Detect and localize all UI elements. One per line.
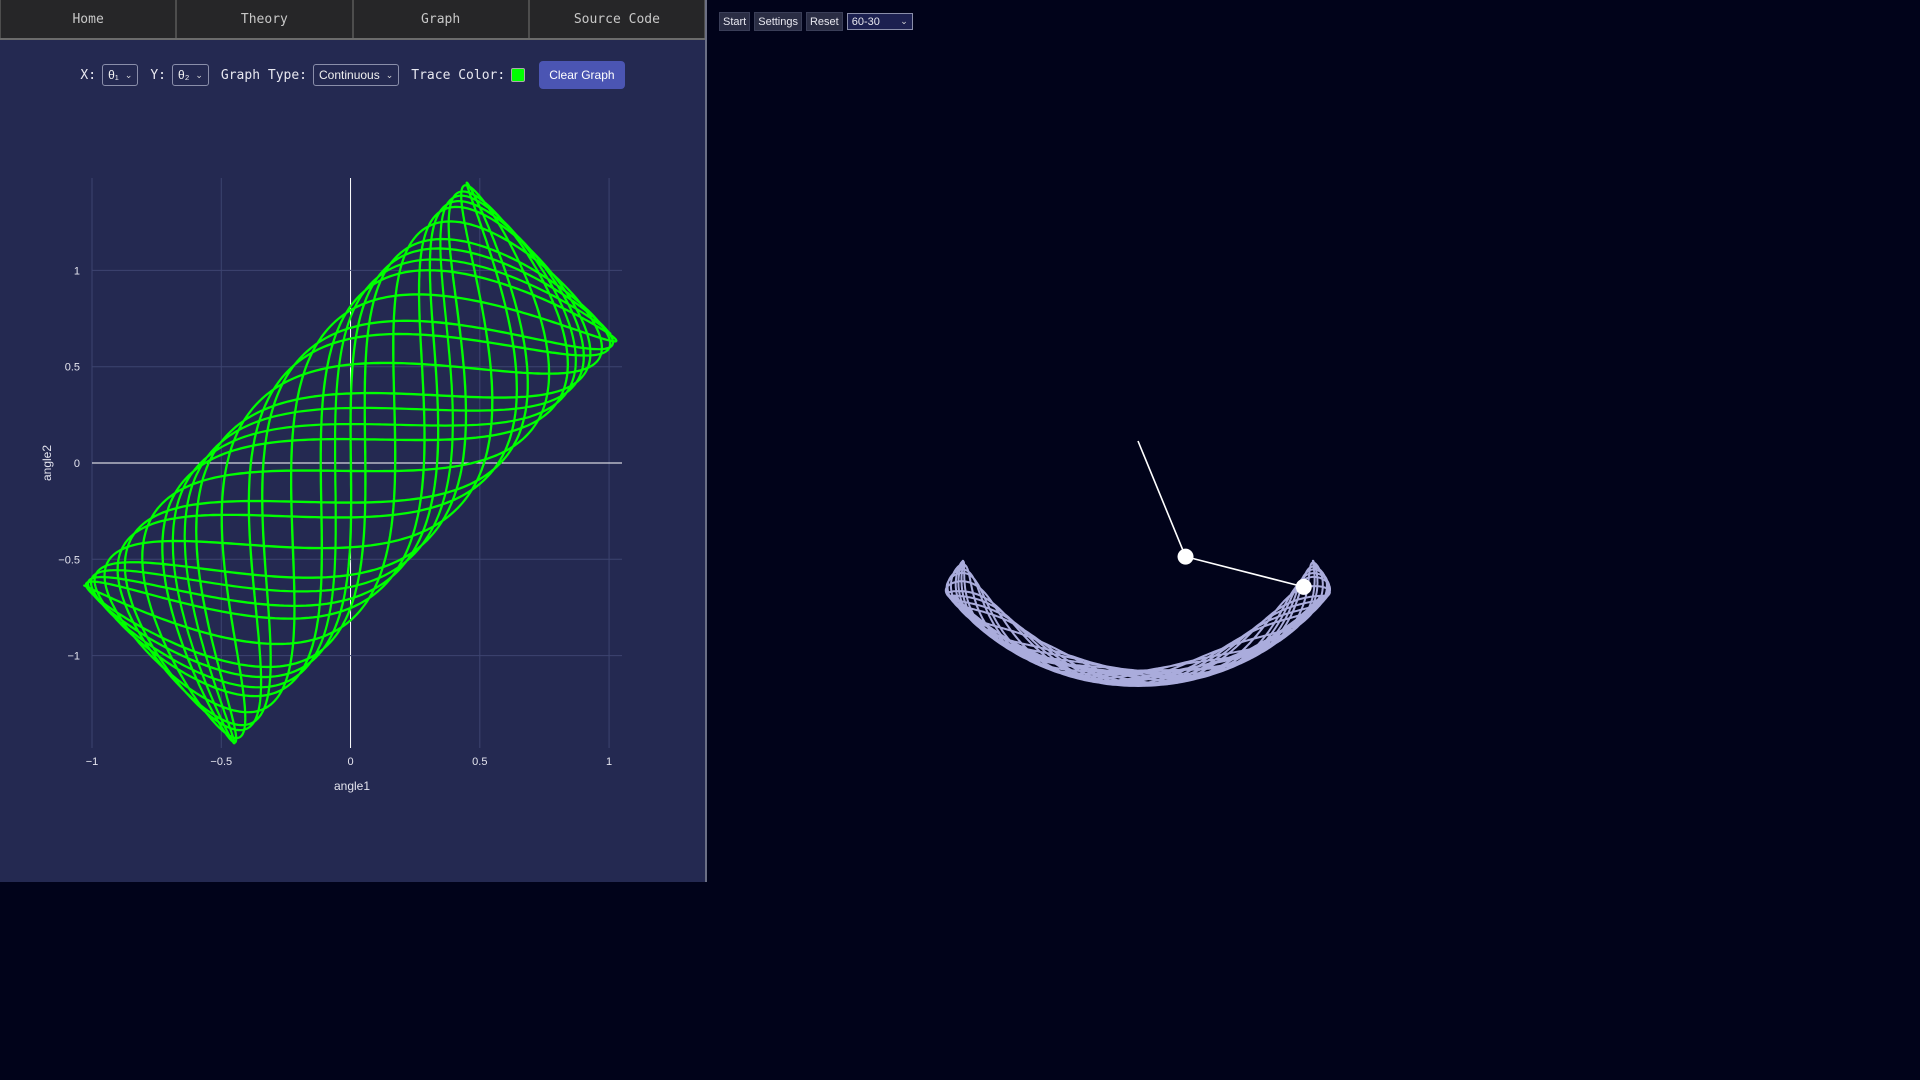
- x-tick-label: −1: [86, 756, 99, 768]
- x-axis-select[interactable]: θ₁ ⌄: [102, 64, 139, 86]
- trace-color-label: Trace Color:: [411, 67, 506, 83]
- chevron-down-icon: ⌄: [124, 69, 133, 80]
- chevron-down-icon: ⌄: [385, 69, 394, 80]
- y-axis-value: θ₂: [178, 68, 190, 82]
- x-axis-value: θ₁: [108, 68, 119, 82]
- x-axis-label: X:: [80, 67, 97, 83]
- tab-graph[interactable]: Graph: [352, 0, 529, 38]
- chevron-down-icon: ⌄: [195, 69, 203, 80]
- x-tick-label: 0.5: [472, 756, 487, 768]
- tab-source-code[interactable]: Source Code: [528, 0, 705, 38]
- y-axis-title: angle2: [40, 445, 54, 481]
- top-nav: Home Theory Graph Source Code: [0, 0, 705, 40]
- graph-type-label: Graph Type:: [220, 67, 307, 83]
- y-tick-label: 0: [74, 458, 80, 470]
- graph-type-select[interactable]: Continuous ⌄: [313, 64, 400, 86]
- pendulum-canvas: [944, 440, 1331, 687]
- y-axis-label: Y:: [150, 67, 167, 83]
- y-tick-label: −1: [67, 651, 80, 663]
- graph-controls: X: θ₁ ⌄ Y: θ₂ ⌄ Graph Type: Continuous ⌄…: [0, 61, 705, 89]
- x-tick-label: −0.5: [210, 756, 232, 768]
- pendulum-rod-2: [1185, 555, 1304, 588]
- y-axis-select[interactable]: θ₂ ⌄: [172, 64, 209, 86]
- x-axis-title: angle1: [334, 779, 370, 793]
- y-tick-label: −0.5: [58, 554, 80, 566]
- pendulum-bob-1: [1177, 548, 1194, 565]
- pendulum-bob-2: [1295, 578, 1312, 595]
- x-tick-label: 1: [606, 756, 612, 768]
- x-tick-label: 0: [347, 756, 353, 768]
- y-tick-label: 0.5: [65, 362, 80, 374]
- y-tick-label: 1: [74, 265, 80, 277]
- trace-color-picker[interactable]: [511, 68, 526, 82]
- tab-theory[interactable]: Theory: [176, 0, 353, 38]
- pendulum-rod-1: [1137, 440, 1187, 557]
- phase-plot: −1 −0.5 0 0.5 1 1 0.5 0 −0.5 −1 angle1 angle2: [40, 178, 622, 793]
- graph-type-value: Continuous: [319, 68, 380, 82]
- tab-home[interactable]: Home: [0, 0, 177, 38]
- clear-graph-button[interactable]: Clear Graph: [539, 61, 625, 89]
